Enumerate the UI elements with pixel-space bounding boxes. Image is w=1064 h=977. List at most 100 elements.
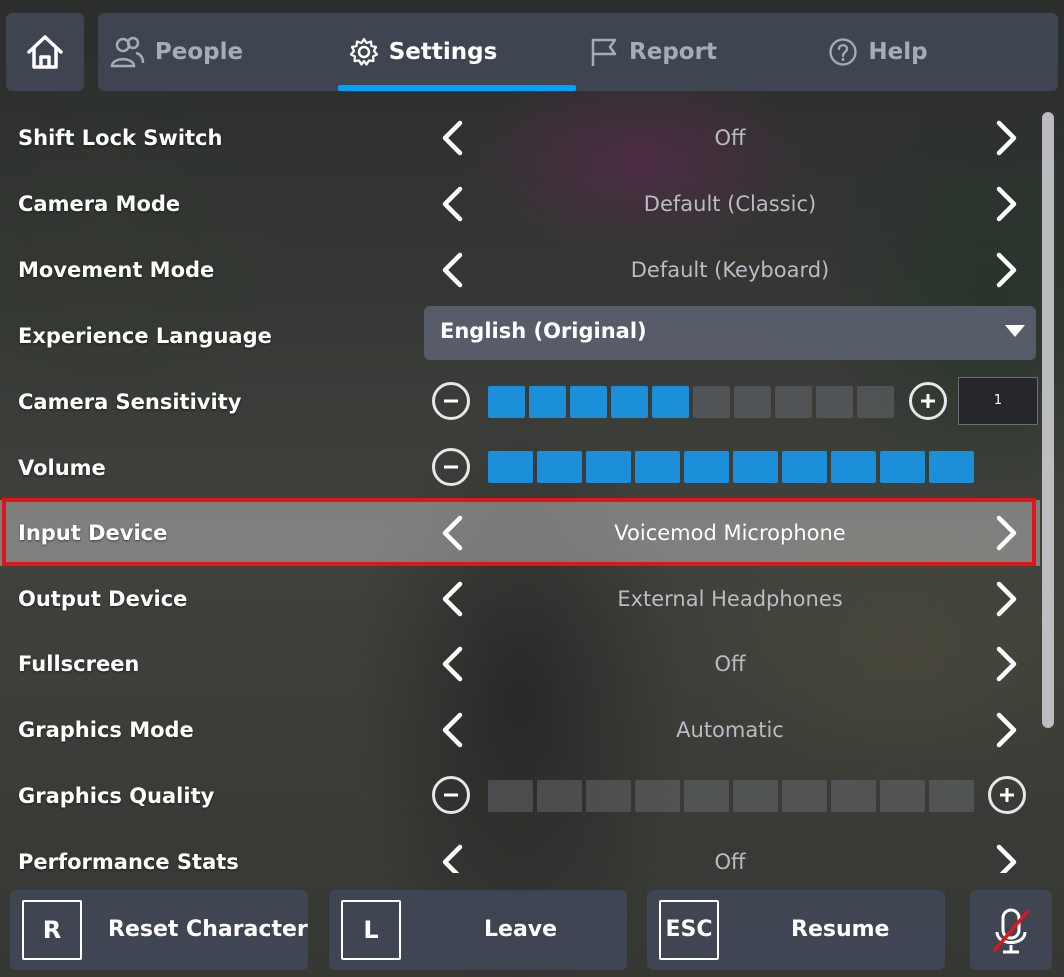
- graphics-quality-slider[interactable]: [488, 780, 974, 812]
- slider-segment[interactable]: [537, 780, 582, 812]
- sensitivity-value-input[interactable]: 1: [958, 377, 1038, 425]
- decrease-button[interactable]: [432, 448, 470, 486]
- tab-report[interactable]: Report: [588, 13, 718, 91]
- setting-value: Off: [714, 652, 746, 676]
- reset-character-label: Reset Character: [108, 917, 308, 942]
- slider-segment[interactable]: [929, 451, 974, 483]
- setting-label: Experience Language: [18, 324, 272, 348]
- slider-segment[interactable]: [635, 780, 680, 812]
- slider-segment[interactable]: [816, 386, 853, 418]
- setting-label: Volume: [18, 456, 106, 480]
- slider-segment[interactable]: [652, 386, 689, 418]
- chevron-right-icon[interactable]: [987, 250, 1027, 290]
- slider-segment[interactable]: [775, 386, 812, 418]
- tab-help[interactable]: Help: [828, 13, 928, 91]
- active-tab-indicator: [338, 85, 576, 91]
- reset-character-button[interactable]: R Reset Character: [10, 890, 308, 970]
- slider-segment[interactable]: [570, 386, 607, 418]
- slider-segment[interactable]: [733, 780, 778, 812]
- tab-help-label: Help: [868, 39, 928, 65]
- slider-segment[interactable]: [488, 780, 533, 812]
- setting-row-movement-mode: Movement Mode Default (Keyboard): [0, 237, 1040, 303]
- slider-segment[interactable]: [857, 386, 894, 418]
- slider-segment[interactable]: [929, 780, 974, 812]
- home-icon: [27, 35, 63, 69]
- tab-bar: People Settings Report Help: [98, 13, 1058, 91]
- chevron-right-icon[interactable]: [987, 710, 1027, 750]
- slider-segment[interactable]: [684, 451, 729, 483]
- setting-label: Fullscreen: [18, 652, 140, 676]
- plus-icon: [1000, 788, 1014, 802]
- decrease-button[interactable]: [432, 382, 470, 420]
- people-icon: [110, 36, 145, 68]
- slider-segment[interactable]: [537, 451, 582, 483]
- setting-label: Shift Lock Switch: [18, 126, 223, 150]
- highlight-annotation: [2, 498, 1036, 566]
- help-icon: [829, 38, 858, 66]
- slider-segment[interactable]: [733, 451, 778, 483]
- leave-key-hint: L: [341, 900, 401, 960]
- language-dropdown[interactable]: English (Original): [424, 306, 1036, 360]
- slider-segment[interactable]: [693, 386, 730, 418]
- slider-segment[interactable]: [586, 451, 631, 483]
- increase-button[interactable]: [909, 382, 947, 420]
- plus-icon: [921, 394, 935, 408]
- setting-value: Automatic: [676, 718, 784, 742]
- tab-people[interactable]: People: [106, 13, 246, 91]
- setting-row-performance-stats: Performance Stats Off: [0, 829, 1040, 873]
- resume-label: Resume: [791, 917, 890, 942]
- chevron-right-icon[interactable]: [987, 644, 1027, 684]
- leave-button[interactable]: L Leave: [329, 890, 627, 970]
- mute-microphone-button[interactable]: [970, 890, 1052, 970]
- chevron-left-icon[interactable]: [432, 842, 472, 873]
- slider-segment[interactable]: [611, 386, 648, 418]
- microphone-muted-icon: [993, 908, 1029, 954]
- chevron-left-icon[interactable]: [432, 184, 472, 224]
- gear-icon: [349, 37, 378, 66]
- camera-sensitivity-slider[interactable]: [488, 386, 894, 418]
- slider-segment[interactable]: [684, 780, 729, 812]
- slider-segment[interactable]: [782, 451, 827, 483]
- setting-value: Off: [714, 850, 746, 873]
- setting-row-fullscreen: Fullscreen Off: [0, 631, 1040, 697]
- reset-key-hint: R: [22, 900, 82, 960]
- tab-settings-label: Settings: [388, 39, 498, 65]
- volume-slider[interactable]: [488, 451, 974, 483]
- slider-segment[interactable]: [488, 386, 525, 418]
- chevron-left-icon[interactable]: [432, 250, 472, 290]
- chevron-left-icon[interactable]: [432, 118, 472, 158]
- setting-label: Output Device: [18, 587, 188, 611]
- setting-label: Performance Stats: [18, 850, 239, 873]
- resume-key-hint: ESC: [659, 900, 719, 960]
- setting-label: Camera Sensitivity: [18, 390, 242, 414]
- chevron-left-icon[interactable]: [432, 579, 472, 619]
- slider-segment[interactable]: [880, 451, 925, 483]
- slider-segment[interactable]: [734, 386, 771, 418]
- slider-segment[interactable]: [488, 451, 533, 483]
- flag-icon: [591, 38, 617, 66]
- tab-people-label: People: [154, 39, 244, 65]
- setting-label: Graphics Quality: [18, 784, 215, 808]
- home-button[interactable]: [6, 13, 84, 91]
- chevron-right-icon[interactable]: [987, 842, 1027, 873]
- slider-segment[interactable]: [831, 780, 876, 812]
- slider-segment[interactable]: [880, 780, 925, 812]
- slider-segment[interactable]: [529, 386, 566, 418]
- setting-value: Default (Classic): [643, 192, 817, 216]
- scrollbar[interactable]: [1042, 112, 1054, 728]
- slider-segment[interactable]: [635, 451, 680, 483]
- chevron-right-icon[interactable]: [987, 184, 1027, 224]
- slider-segment[interactable]: [586, 780, 631, 812]
- chevron-right-icon[interactable]: [987, 579, 1027, 619]
- dropdown-value: English (Original): [440, 319, 647, 343]
- tab-report-label: Report: [629, 39, 717, 65]
- decrease-button[interactable]: [432, 776, 470, 814]
- tab-settings[interactable]: Settings: [348, 13, 498, 91]
- slider-segment[interactable]: [782, 780, 827, 812]
- chevron-right-icon[interactable]: [987, 118, 1027, 158]
- slider-segment[interactable]: [831, 451, 876, 483]
- resume-button[interactable]: ESC Resume: [647, 890, 945, 970]
- increase-button[interactable]: [988, 776, 1026, 814]
- chevron-left-icon[interactable]: [432, 710, 472, 750]
- chevron-left-icon[interactable]: [432, 644, 472, 684]
